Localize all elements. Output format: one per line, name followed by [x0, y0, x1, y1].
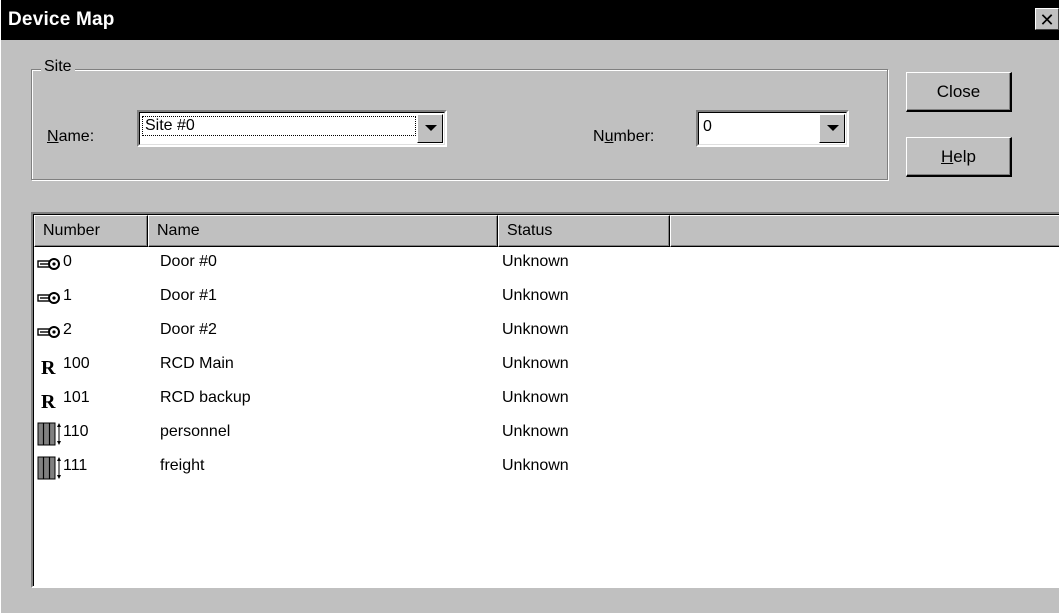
window-title: Device Map — [8, 9, 115, 30]
rcd-icon: R — [37, 387, 61, 413]
table-row[interactable]: 1 Door #1 Unknown — [34, 282, 1059, 316]
cell-name: freight — [160, 457, 205, 474]
site-number-combobox[interactable]: 0 — [696, 110, 849, 147]
cell-number: 111 — [63, 457, 88, 474]
cell-name: Door #1 — [160, 287, 217, 304]
cell-name: personnel — [160, 423, 231, 440]
cell-name: RCD Main — [160, 355, 234, 372]
help-button-label: Help — [941, 147, 976, 166]
title-bar[interactable]: Device Map ✕ — [1, 0, 1059, 40]
door-key-icon — [37, 251, 61, 277]
cell-number: 2 — [63, 321, 72, 338]
table-row[interactable]: 2 Door #2 Unknown — [34, 316, 1059, 350]
door-key-icon — [37, 319, 61, 345]
cell-status: Unknown — [502, 321, 569, 338]
list-header: Number Name Status — [34, 215, 1059, 247]
chevron-down-icon — [425, 125, 437, 131]
site-group-label: Site — [41, 58, 75, 76]
cell-status: Unknown — [502, 355, 569, 372]
chevron-down-icon — [827, 125, 839, 131]
column-header-number[interactable]: Number — [34, 215, 148, 247]
cell-number: 101 — [63, 389, 90, 406]
rcd-icon: R — [37, 353, 61, 379]
device-list[interactable]: Number Name Status 0 Door #0 Unknown 1 Door … — [31, 212, 1059, 588]
site-name-dropdown-button[interactable] — [417, 114, 443, 143]
cell-status: Unknown — [502, 287, 569, 304]
cell-number: 1 — [63, 287, 72, 304]
cell-status: Unknown — [502, 389, 569, 406]
column-header-empty — [670, 215, 1059, 247]
help-button[interactable]: Help — [906, 137, 1012, 177]
svg-text:R: R — [41, 391, 56, 413]
close-button[interactable]: Close — [906, 72, 1012, 112]
table-row[interactable]: 111 freight Unknown — [34, 452, 1059, 486]
close-icon: ✕ — [1039, 10, 1055, 30]
elevator-icon — [37, 421, 61, 447]
cell-name: RCD backup — [160, 389, 251, 406]
elevator-icon — [37, 455, 61, 481]
cell-number: 0 — [63, 253, 72, 270]
table-row[interactable]: R 100 RCD Main Unknown — [34, 350, 1059, 384]
cell-name: Door #2 — [160, 321, 217, 338]
table-row[interactable]: 110 personnel Unknown — [34, 418, 1059, 452]
door-key-icon — [37, 285, 61, 311]
table-row[interactable]: 0 Door #0 Unknown — [34, 248, 1059, 282]
site-name-value: Site #0 — [142, 116, 416, 136]
device-map-dialog: Device Map ✕ Site Name: Site #0 Number: … — [0, 0, 1059, 613]
column-header-name[interactable]: Name — [148, 215, 498, 247]
close-button-label: Close — [936, 82, 981, 101]
cell-number: 110 — [63, 423, 89, 440]
cell-name: Door #0 — [160, 253, 217, 270]
cell-number: 100 — [63, 355, 90, 372]
number-label: Number: — [593, 128, 655, 145]
table-row[interactable]: R 101 RCD backup Unknown — [34, 384, 1059, 418]
name-label: Name: — [47, 128, 95, 145]
site-name-combobox[interactable]: Site #0 — [137, 110, 447, 147]
cell-status: Unknown — [502, 457, 569, 474]
svg-text:R: R — [41, 357, 56, 379]
site-number-value: 0 — [703, 118, 712, 135]
window-close-button[interactable]: ✕ — [1035, 8, 1059, 30]
cell-status: Unknown — [502, 253, 569, 270]
cell-status: Unknown — [502, 423, 569, 440]
site-number-dropdown-button[interactable] — [819, 114, 845, 143]
column-header-status[interactable]: Status — [498, 215, 670, 247]
